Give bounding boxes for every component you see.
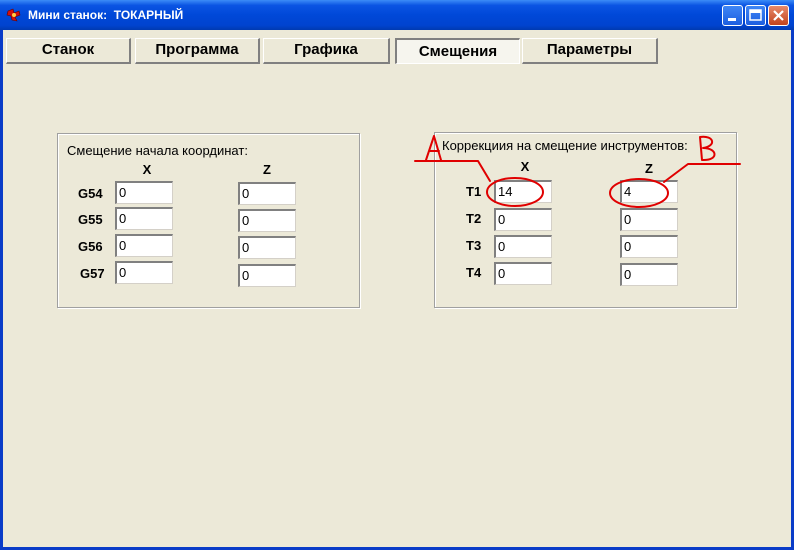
t2-x-input[interactable]: 0 bbox=[494, 208, 552, 231]
g56-z-input[interactable]: 0 bbox=[238, 236, 296, 259]
g54-label: G54 bbox=[78, 186, 103, 201]
g57-label: G57 bbox=[80, 266, 105, 281]
origin-offsets-title: Смещение начала координат: bbox=[67, 143, 248, 158]
title-bar[interactable]: Мини станок: ТОКАРНЫЙ bbox=[0, 0, 794, 30]
tab-offsets[interactable]: Смещения bbox=[395, 38, 520, 64]
t4-label: T4 bbox=[466, 265, 482, 280]
tool-z-header: Z bbox=[645, 161, 653, 176]
window-title: Мини станок: ТОКАРНЫЙ bbox=[28, 8, 184, 22]
maximize-icon bbox=[749, 9, 762, 21]
t4-z-input[interactable]: 0 bbox=[620, 263, 678, 286]
t2-z-input[interactable]: 0 bbox=[620, 208, 678, 231]
tab-program[interactable]: Программа bbox=[135, 38, 260, 64]
t3-x-input[interactable]: 0 bbox=[494, 235, 552, 258]
t1-z-input[interactable]: 4 bbox=[620, 180, 678, 203]
tab-machine[interactable]: Станок bbox=[6, 38, 131, 64]
g54-x-input[interactable]: 0 bbox=[115, 181, 173, 204]
minimize-button[interactable] bbox=[722, 5, 743, 26]
t3-label: T3 bbox=[466, 238, 482, 253]
main-window: Мини станок: ТОКАРНЫЙ Станок Программа Г… bbox=[0, 0, 794, 550]
app-icon bbox=[6, 8, 21, 22]
tool-offsets-title: Коррекциия на смещение инструментов: bbox=[442, 138, 688, 153]
t1-label: T1 bbox=[466, 184, 482, 199]
tab-parameters[interactable]: Параметры bbox=[522, 38, 658, 64]
tab-graphics[interactable]: Графика bbox=[263, 38, 390, 64]
origin-z-header: Z bbox=[263, 162, 271, 177]
g55-label: G55 bbox=[78, 212, 103, 227]
t1-x-input[interactable]: 14 bbox=[494, 180, 552, 203]
close-button[interactable] bbox=[768, 5, 789, 26]
g55-x-input[interactable]: 0 bbox=[115, 207, 173, 230]
g57-z-input[interactable]: 0 bbox=[238, 264, 296, 287]
t3-z-input[interactable]: 0 bbox=[620, 235, 678, 258]
minimize-icon bbox=[728, 18, 736, 21]
g55-z-input[interactable]: 0 bbox=[238, 209, 296, 232]
g54-z-input[interactable]: 0 bbox=[238, 182, 296, 205]
t2-label: T2 bbox=[466, 211, 482, 226]
g56-label: G56 bbox=[78, 239, 103, 254]
t4-x-input[interactable]: 0 bbox=[494, 262, 552, 285]
tool-x-header: X bbox=[520, 159, 530, 174]
g57-x-input[interactable]: 0 bbox=[115, 261, 173, 284]
maximize-button[interactable] bbox=[745, 5, 766, 26]
g56-x-input[interactable]: 0 bbox=[115, 234, 173, 257]
close-icon bbox=[773, 10, 784, 21]
origin-x-header: X bbox=[142, 162, 152, 177]
